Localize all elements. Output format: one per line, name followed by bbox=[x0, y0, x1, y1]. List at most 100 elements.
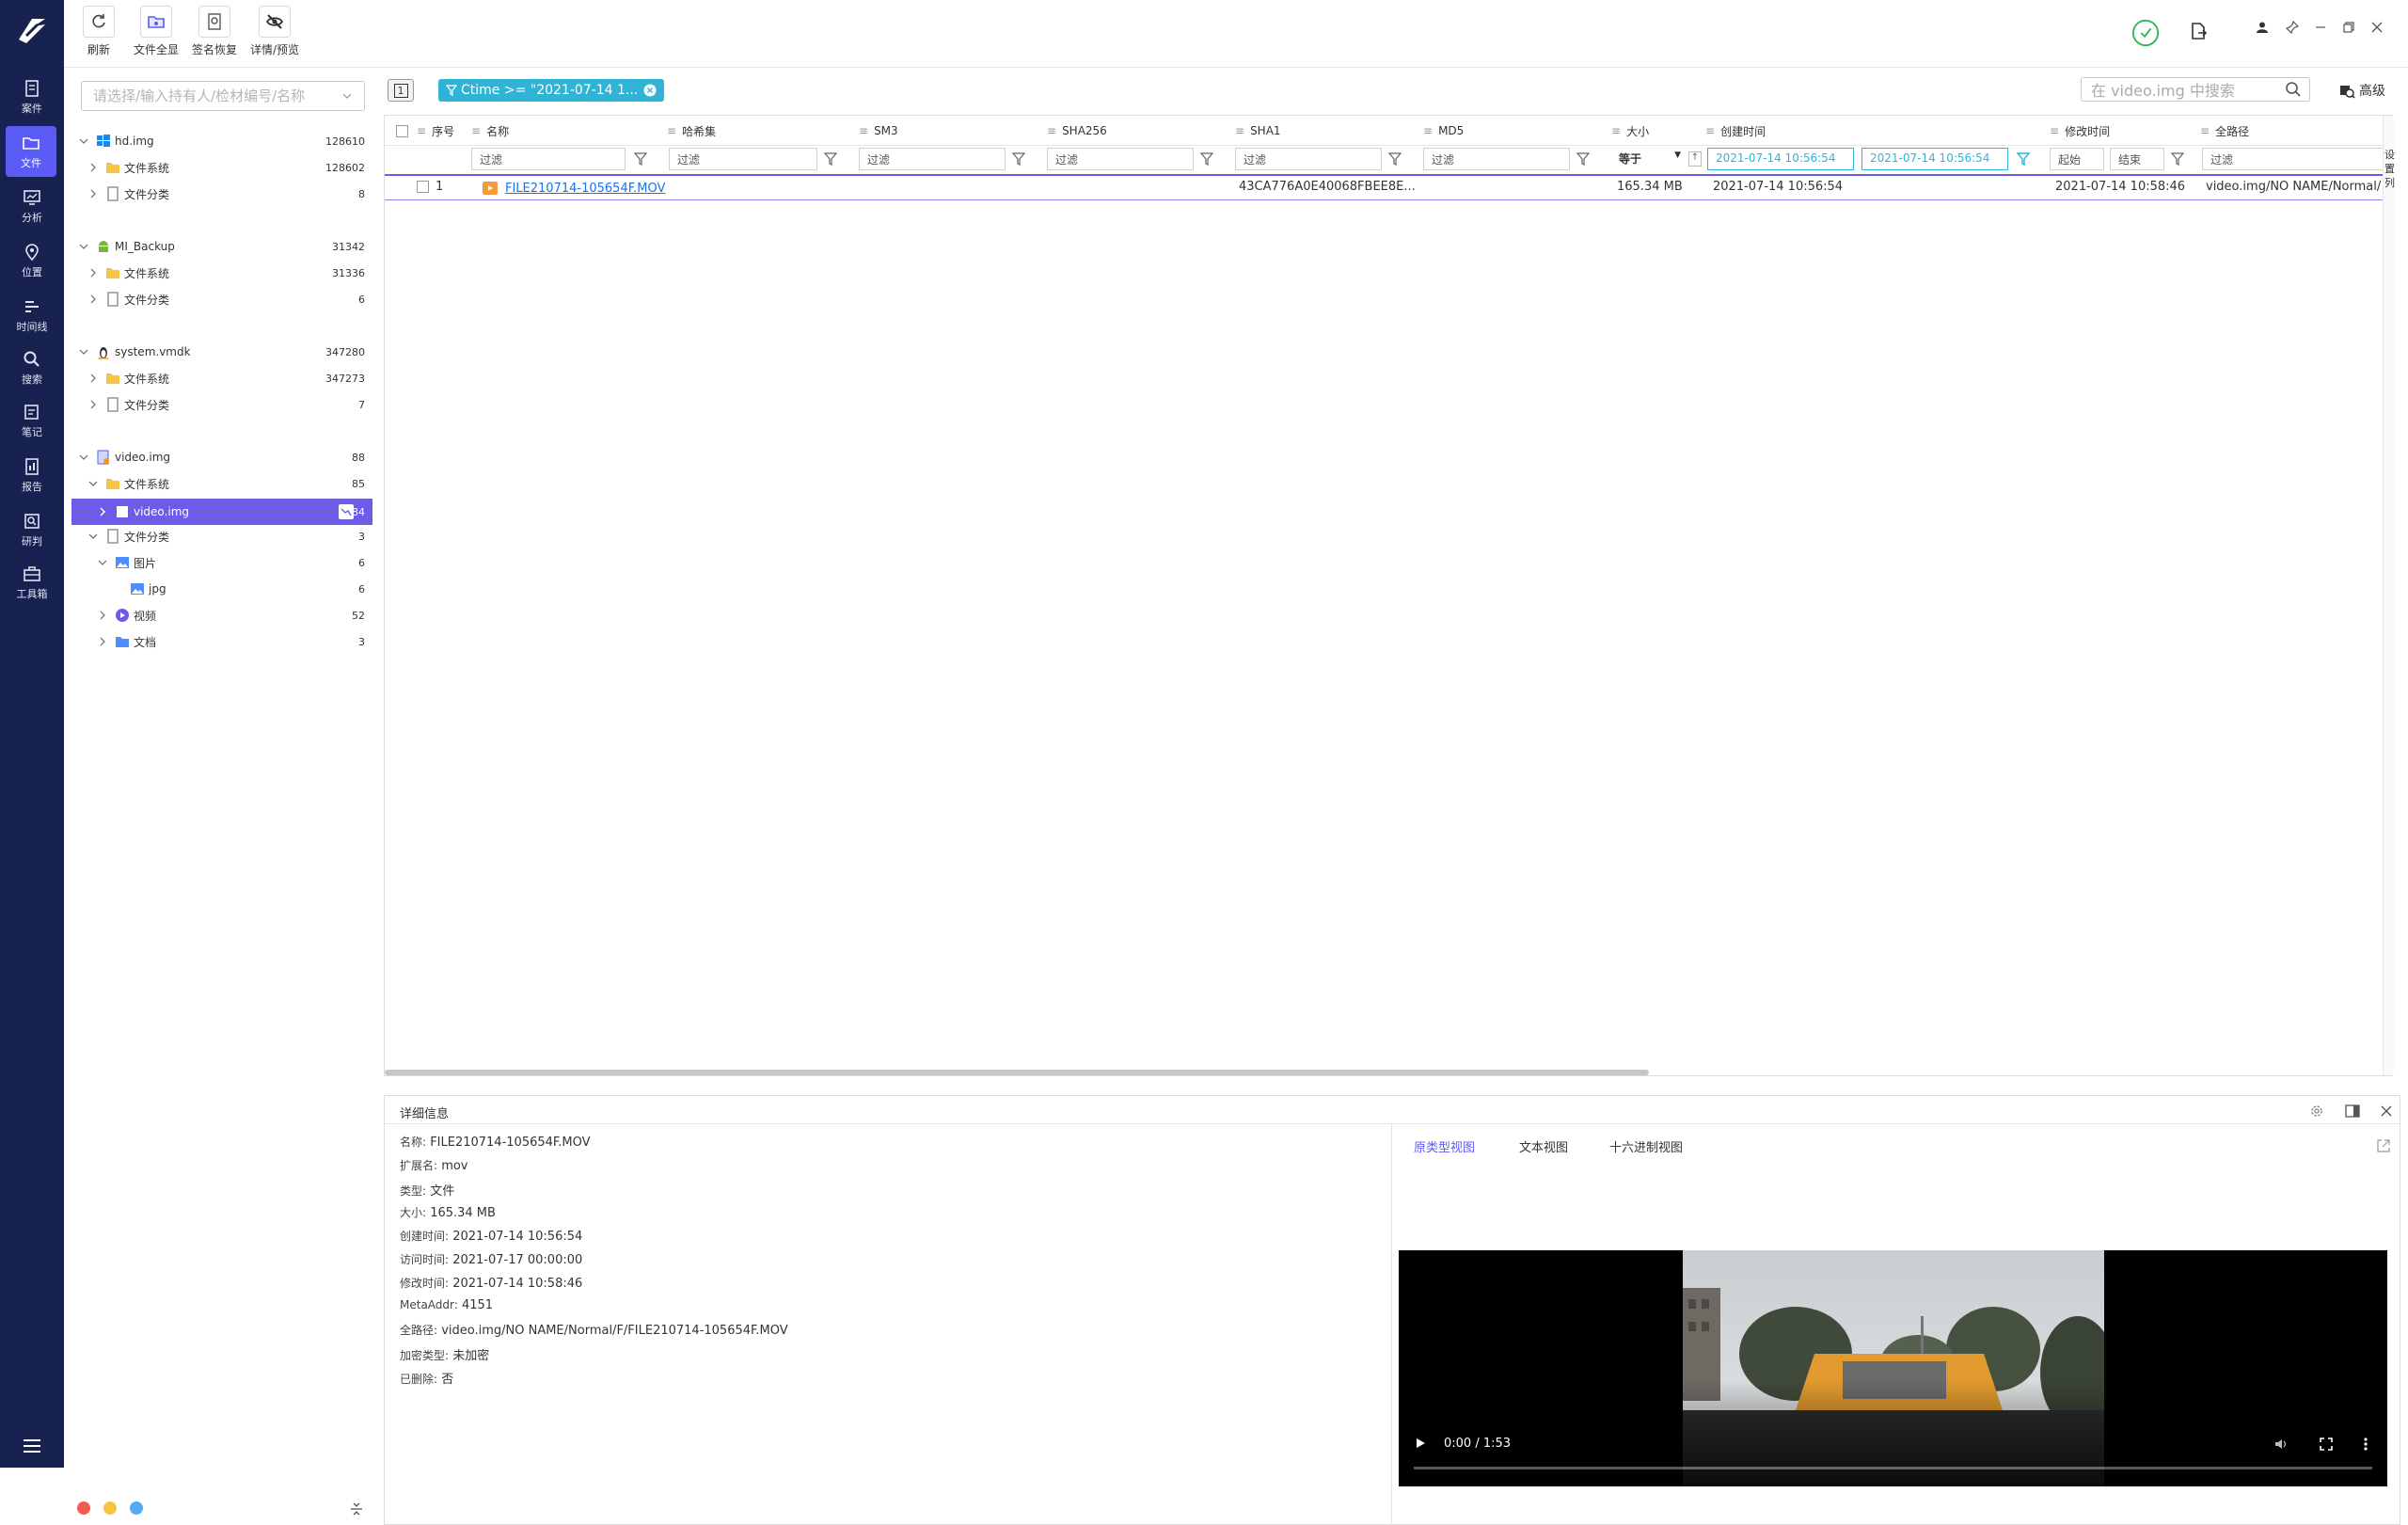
restore-window-icon[interactable] bbox=[2337, 15, 2361, 40]
chevron-down-icon[interactable] bbox=[88, 479, 98, 488]
funnel-icon[interactable] bbox=[1576, 151, 1591, 167]
nav-item-analysis[interactable]: 分析 bbox=[0, 181, 64, 231]
tree-node-file-category[interactable]: 文件分类 8 bbox=[71, 183, 372, 205]
column-header-ctime[interactable]: ≡ 创建时间 bbox=[1705, 116, 1766, 146]
size-sort-toggle[interactable]: ↑ bbox=[1688, 151, 1702, 167]
filter-md5-input[interactable]: 过滤 bbox=[1423, 148, 1570, 170]
chevron-right-icon[interactable] bbox=[88, 268, 98, 278]
tree-node-filesystem[interactable]: 文件系统 31336 bbox=[71, 262, 372, 284]
tree-node-images[interactable]: 图片 6 bbox=[71, 551, 372, 574]
chevron-down-icon[interactable] bbox=[79, 136, 88, 146]
nav-item-case[interactable]: 案件 bbox=[0, 71, 64, 122]
chevron-right-icon[interactable] bbox=[88, 294, 98, 304]
open-external-icon[interactable] bbox=[2375, 1137, 2392, 1154]
column-header-fullpath[interactable]: ≡ 全路径 bbox=[2200, 116, 2249, 146]
video-progress-bar[interactable] bbox=[1414, 1467, 2372, 1469]
chevron-down-icon[interactable] bbox=[342, 92, 352, 100]
nav-item-timeline[interactable]: 时间线 bbox=[0, 290, 64, 341]
blue-dot-icon[interactable] bbox=[130, 1501, 143, 1515]
red-dot-icon[interactable] bbox=[77, 1501, 90, 1515]
column-header-sha1[interactable]: ≡ SHA1 bbox=[1235, 116, 1281, 146]
chevron-right-icon[interactable] bbox=[98, 637, 107, 646]
fullscreen-icon[interactable] bbox=[2319, 1437, 2334, 1452]
nav-item-notes[interactable]: 笔记 bbox=[0, 395, 64, 446]
tree-node-video-img[interactable]: video.img 88 bbox=[71, 446, 372, 469]
advanced-search-button[interactable]: 高级 bbox=[2338, 81, 2385, 100]
chevron-down-icon[interactable] bbox=[79, 347, 88, 357]
user-icon[interactable] bbox=[2250, 15, 2274, 40]
more-options-icon[interactable] bbox=[2362, 1437, 2369, 1452]
chevron-down-icon[interactable] bbox=[98, 558, 107, 567]
size-operator-select[interactable]: 等于 ▼ bbox=[1611, 148, 1685, 170]
export-file-icon[interactable] bbox=[2186, 19, 2210, 43]
page-indicator-button[interactable]: 1 bbox=[388, 79, 414, 102]
column-header-md5[interactable]: ≡ MD5 bbox=[1423, 116, 1464, 146]
funnel-icon[interactable] bbox=[823, 151, 838, 167]
tree-node-filesystem[interactable]: 文件系统 347273 bbox=[71, 367, 372, 389]
row-file-name-link[interactable]: FILE210714-105654F.MOV bbox=[505, 182, 665, 196]
signature-restore-button[interactable]: 签名恢复 bbox=[192, 6, 237, 57]
column-header-sha256[interactable]: ≡ SHA256 bbox=[1047, 116, 1107, 146]
mute-icon[interactable] bbox=[2273, 1437, 2289, 1452]
nav-item-file[interactable]: 文件 bbox=[6, 126, 56, 177]
evidence-tree-search-input[interactable] bbox=[81, 81, 365, 111]
tree-node-jpg[interactable]: jpg 6 bbox=[71, 578, 372, 600]
play-icon[interactable] bbox=[1414, 1437, 1427, 1450]
ctime-from-input[interactable]: 2021-07-14 10:56:54 bbox=[1707, 148, 1854, 170]
chevron-right-icon[interactable] bbox=[88, 373, 98, 383]
tree-node-file-category[interactable]: 文件分类 7 bbox=[71, 393, 372, 416]
ctime-to-input[interactable]: 2021-07-14 10:56:54 bbox=[1861, 148, 2008, 170]
row-checkbox[interactable] bbox=[417, 181, 429, 193]
chevron-down-icon[interactable] bbox=[79, 453, 88, 462]
tree-node-video-img-partition[interactable]: video.img 84 bbox=[71, 499, 372, 525]
nav-item-search[interactable]: 搜索 bbox=[0, 342, 64, 393]
chevron-right-icon[interactable] bbox=[88, 400, 98, 409]
mtime-start-input[interactable]: 起始 bbox=[2050, 148, 2104, 170]
tree-node-videos[interactable]: 视频 52 bbox=[71, 604, 372, 627]
refresh-button[interactable]: 刷新 bbox=[83, 6, 115, 57]
select-all-checkbox[interactable] bbox=[396, 125, 408, 137]
column-header-hashset[interactable]: ≡ 哈希集 bbox=[667, 116, 716, 146]
minimize-icon[interactable] bbox=[2308, 15, 2333, 40]
tab-text-view[interactable]: 文本视图 bbox=[1519, 1137, 1568, 1155]
detail-preview-toggle-button[interactable]: 详情/预览 bbox=[250, 6, 299, 57]
layout-split-icon[interactable] bbox=[2345, 1104, 2360, 1119]
nav-item-judgement[interactable]: 研判 bbox=[0, 504, 64, 555]
chevron-right-icon[interactable] bbox=[98, 507, 107, 516]
pin-icon[interactable] bbox=[2280, 15, 2305, 40]
column-header-name[interactable]: ≡ 名称 bbox=[471, 116, 509, 146]
mtime-end-input[interactable]: 结束 bbox=[2110, 148, 2164, 170]
search-icon[interactable] bbox=[2285, 81, 2302, 98]
nav-item-location[interactable]: 位置 bbox=[0, 235, 64, 286]
grid-search-input[interactable]: 在 video.img 中搜索 bbox=[2081, 77, 2310, 102]
tree-node-mi-backup[interactable]: MI_Backup 31342 bbox=[71, 235, 372, 258]
tree-node-file-category[interactable]: 文件分类 3 bbox=[71, 525, 372, 548]
filter-sha256-input[interactable]: 过滤 bbox=[1047, 148, 1194, 170]
nav-item-report[interactable]: 报告 bbox=[0, 450, 64, 500]
tab-native-view[interactable]: 原类型视图 bbox=[1414, 1137, 1475, 1155]
filter-fullpath-input[interactable]: 过滤 bbox=[2202, 148, 2386, 170]
close-window-icon[interactable] bbox=[2365, 15, 2389, 40]
active-filter-chip[interactable]: Ctime >= "2021-07-14 1... bbox=[438, 79, 664, 102]
status-shield-icon[interactable] bbox=[2130, 17, 2162, 49]
tree-node-hd-img[interactable]: hd.img 128610 bbox=[71, 130, 372, 152]
hamburger-menu-icon[interactable] bbox=[22, 1438, 42, 1454]
nav-item-toolbox[interactable]: 工具箱 bbox=[0, 557, 64, 608]
chevron-down-icon[interactable] bbox=[88, 532, 98, 541]
chevron-right-icon[interactable] bbox=[98, 611, 107, 620]
collapse-all-icon[interactable] bbox=[350, 1501, 363, 1517]
clear-filter-icon[interactable] bbox=[643, 84, 657, 97]
funnel-icon[interactable] bbox=[1199, 151, 1214, 167]
funnel-active-icon[interactable] bbox=[2016, 151, 2031, 167]
tab-hex-view[interactable]: 十六进制视图 bbox=[1609, 1137, 1683, 1155]
funnel-icon[interactable] bbox=[633, 151, 648, 167]
funnel-icon[interactable] bbox=[1387, 151, 1402, 167]
filter-name-input[interactable]: 过滤 bbox=[471, 148, 626, 170]
tree-node-documents[interactable]: 文档 3 bbox=[71, 630, 372, 653]
column-header-sm3[interactable]: ≡ SM3 bbox=[859, 116, 898, 146]
yellow-dot-icon[interactable] bbox=[103, 1501, 117, 1515]
video-player[interactable]: 0:00 / 1:53 bbox=[1399, 1250, 2387, 1486]
funnel-icon[interactable] bbox=[2170, 151, 2185, 167]
horizontal-scrollbar[interactable] bbox=[385, 1070, 1649, 1075]
chevron-right-icon[interactable] bbox=[88, 163, 98, 172]
